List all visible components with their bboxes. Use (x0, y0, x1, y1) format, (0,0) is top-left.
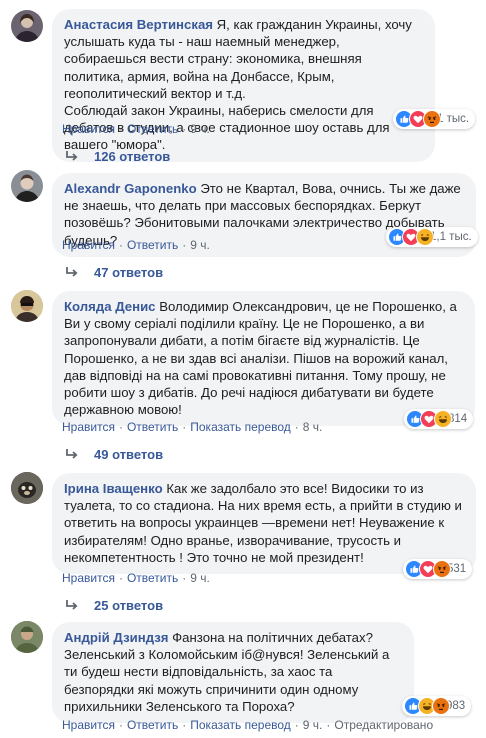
avatar[interactable] (11, 170, 43, 202)
comment-time[interactable]: 9 ч. (190, 122, 210, 136)
reaction-summary[interactable]: 531 (403, 559, 473, 579)
reply-link[interactable]: Ответить (127, 718, 178, 732)
comment-time[interactable]: 9 ч. (303, 718, 323, 732)
replies-count[interactable]: 126 ответов (94, 149, 170, 164)
haha-icon (416, 228, 434, 246)
comment-author[interactable]: Alexandr Gaponenko (64, 181, 197, 196)
show-translation-link[interactable]: Показать перевод (190, 420, 291, 434)
reply-link[interactable]: Ответить (127, 420, 178, 434)
edited-label[interactable]: Отредактировано (334, 718, 433, 732)
comment-author[interactable]: Анастасия Вертинская (64, 17, 213, 32)
reply-link[interactable]: Ответить (127, 122, 178, 136)
like-link[interactable]: Нравится (62, 238, 115, 252)
view-replies-link[interactable]: 25 ответов (64, 597, 163, 613)
reply-link[interactable]: Ответить (127, 571, 178, 585)
show-translation-link[interactable]: Показать перевод (190, 718, 291, 732)
replies-count[interactable]: 49 ответов (94, 447, 163, 462)
like-link[interactable]: Нравится (62, 122, 115, 136)
reaction-summary[interactable]: 1,1 тыс. (386, 227, 478, 247)
comment-actions: Нравится · Ответить · 9 ч. (62, 122, 210, 136)
reply-arrow-icon (64, 148, 80, 164)
avatar[interactable] (11, 290, 43, 322)
comment-time[interactable]: 9 ч. (190, 238, 210, 252)
view-replies-link[interactable]: 47 ответов (64, 264, 163, 280)
avatar[interactable] (11, 472, 43, 504)
comment-actions: Нравится · Ответить · Показать перевод · 9 ч. ·… (62, 718, 434, 732)
angry-icon (432, 697, 450, 715)
comment-time[interactable]: 8 ч. (303, 420, 323, 434)
reply-link[interactable]: Ответить (127, 238, 178, 252)
comment-bubble: Анастасия Вертинская Я, как гражданин Ук… (52, 9, 435, 162)
comment-author[interactable]: Андрій Дзиндзя (64, 630, 168, 645)
reaction-count: 1,1 тыс. (430, 231, 472, 243)
comment-bubble: Коляда Денис Володимир Олександрович, це… (52, 291, 475, 427)
reply-arrow-icon (64, 446, 80, 462)
comment-author[interactable]: Ірина Іващенко (64, 481, 163, 496)
replies-count[interactable]: 25 ответов (94, 598, 163, 613)
comment-actions: Нравится · Ответить · 9 ч. (62, 238, 210, 252)
comment-actions: Нравится · Ответить · 9 ч. (62, 571, 210, 585)
reply-arrow-icon (64, 264, 80, 280)
comment-actions: Нравится · Ответить · Показать перевод · 8 ч. (62, 420, 323, 434)
like-link[interactable]: Нравится (62, 571, 115, 585)
like-link[interactable]: Нравится (62, 420, 115, 434)
reaction-summary[interactable]: 814 (404, 409, 474, 429)
angry-icon (423, 110, 441, 128)
view-replies-link[interactable]: 49 ответов (64, 446, 163, 462)
reply-arrow-icon (64, 597, 80, 613)
haha-icon (434, 410, 452, 428)
reaction-summary[interactable]: 1 тыс. (393, 109, 476, 129)
avatar[interactable] (11, 621, 43, 653)
comment-time[interactable]: 9 ч. (190, 571, 210, 585)
comment-author[interactable]: Коляда Денис (64, 299, 156, 314)
replies-count[interactable]: 47 ответов (94, 265, 163, 280)
view-replies-link[interactable]: 126 ответов (64, 148, 170, 164)
reaction-count: 1 тыс. (437, 113, 470, 125)
comment-text: Володимир Олександрович, це не Порошенко… (64, 299, 461, 418)
comment-bubble: Андрій Дзиндзя Фанзона на політичних деб… (52, 622, 414, 724)
angry-icon (433, 560, 451, 578)
like-link[interactable]: Нравится (62, 718, 115, 732)
reaction-summary[interactable]: 983 (402, 696, 472, 716)
avatar[interactable] (11, 10, 43, 42)
